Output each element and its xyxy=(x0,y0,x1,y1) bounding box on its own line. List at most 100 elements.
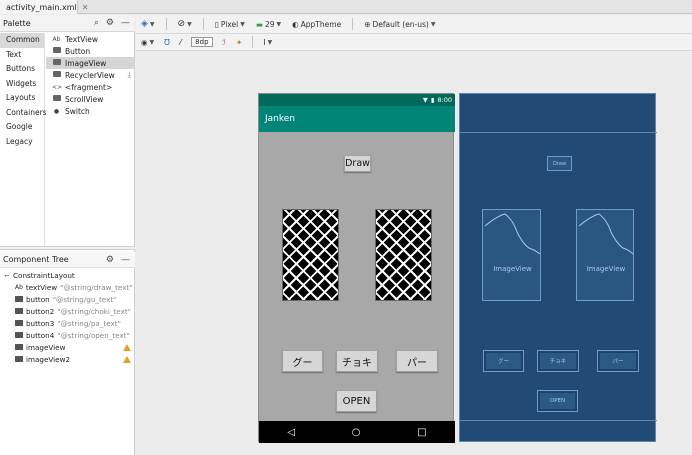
navigation-bar: ◁ ○ □ xyxy=(259,421,455,443)
tree-node-string: "@string/choki_text" xyxy=(57,306,131,316)
category-common[interactable]: Common xyxy=(0,33,44,48)
palette-title: Palette xyxy=(3,18,31,28)
blueprint-draw-text[interactable]: Draw xyxy=(547,156,572,171)
home-icon[interactable]: ○ xyxy=(352,427,361,438)
design-preview[interactable]: ▼ ▮ 8:00 Janken Draw グー チョキ パー OPEN ◁ ○ … xyxy=(258,93,455,443)
image-placeholder-icon xyxy=(484,213,541,255)
open-button[interactable]: OPEN xyxy=(336,390,377,412)
blueprint-choki-button[interactable]: チョキ xyxy=(537,350,579,372)
file-tab-label: activity_main.xml xyxy=(6,2,77,12)
layers-menu[interactable]: ◈ ▼ xyxy=(141,19,155,29)
warning-icon[interactable] xyxy=(123,343,131,351)
tree-node-imageview2[interactable]: imageView2 xyxy=(0,353,135,365)
button-widget-icon xyxy=(15,308,23,314)
category-containers[interactable]: Containers xyxy=(0,106,47,121)
tree-node-button2[interactable]: button2 "@string/choki_text" xyxy=(0,305,135,317)
widget-imageview[interactable]: ImageView xyxy=(46,57,135,69)
widget-label: RecyclerView xyxy=(65,70,115,80)
tree-node-label: button2 xyxy=(26,306,55,316)
locale-label: Default (en-us) xyxy=(372,19,429,29)
category-text[interactable]: Text xyxy=(0,48,44,63)
gear-icon[interactable]: ⚙ xyxy=(106,255,114,265)
tree-node-root[interactable]: ⌐ ConstraintLayout xyxy=(0,269,135,281)
divider xyxy=(202,18,204,30)
gear-icon[interactable]: ⚙ xyxy=(106,18,114,28)
close-icon[interactable]: ✕ xyxy=(82,3,89,12)
blueprint-image-view-left[interactable]: ImageView xyxy=(482,209,541,301)
file-tab[interactable]: activity_main.xml ✕ xyxy=(0,0,88,14)
view-options-menu[interactable]: ◉ ▼ xyxy=(141,38,154,47)
device-menu[interactable]: ▯ Pixel ▼ xyxy=(215,20,245,29)
draw-text[interactable]: Draw xyxy=(344,155,371,172)
tree-node-string: "@string/gu_text" xyxy=(52,294,117,304)
download-icon[interactable]: ⤓ xyxy=(128,70,135,80)
image-widget-icon xyxy=(15,356,23,362)
tree-node-textview[interactable]: Ab textView "@string/draw_text" xyxy=(0,281,135,293)
guidelines-menu[interactable]: I ▼ xyxy=(263,38,272,47)
clear-constraints-icon[interactable]: ⁄ xyxy=(180,38,181,47)
component-tree-title: Component Tree xyxy=(3,255,69,264)
pa-button[interactable]: パー xyxy=(396,350,438,372)
widget-scrollview[interactable]: ScrollView xyxy=(46,93,135,105)
divider xyxy=(165,18,167,30)
minimize-icon[interactable]: — xyxy=(121,18,130,28)
blueprint-open-button[interactable]: OPEN xyxy=(537,390,578,412)
default-margin-field[interactable]: 8dp xyxy=(191,37,213,47)
blueprint-image-view-right[interactable]: ImageView xyxy=(576,209,634,301)
category-widgets[interactable]: Widgets xyxy=(0,77,44,92)
category-legacy[interactable]: Legacy xyxy=(0,135,44,150)
image-view-left[interactable] xyxy=(282,209,339,301)
blueprint-pa-button[interactable]: パー xyxy=(597,350,639,372)
tree-node-button[interactable]: button "@string/gu_text" xyxy=(0,293,135,305)
warning-icon[interactable] xyxy=(123,355,131,363)
button-widget-icon xyxy=(15,332,23,338)
widget-textview[interactable]: Ab TextView xyxy=(46,33,135,45)
component-tree: ⌐ ConstraintLayout Ab textView "@string/… xyxy=(0,269,135,365)
choki-button[interactable]: チョキ xyxy=(336,350,378,372)
infer-constraints-icon[interactable]: ✦ xyxy=(236,38,242,47)
layers-icon: ◈ xyxy=(141,19,148,29)
blueprint-gu-button[interactable]: グー xyxy=(483,350,524,372)
search-icon[interactable]: ⌕ xyxy=(94,18,99,28)
design-toolbar: ◈ ▼ ⊘ ▼ ▯ Pixel ▼ ▬ 29 ▼ ◐ AppTheme ⊕ Defaul… xyxy=(136,15,692,34)
minimize-icon[interactable]: — xyxy=(121,255,130,265)
widget-switch[interactable]: ● Switch xyxy=(46,105,135,117)
blueprint-preview[interactable]: Draw ImageView ImageView グー チョキ パー OPEN xyxy=(459,93,657,442)
widget-recyclerview[interactable]: RecyclerView ⤓ xyxy=(46,69,135,81)
button-widget-icon xyxy=(15,320,23,326)
api-label: 29 xyxy=(264,19,275,29)
recents-icon[interactable]: □ xyxy=(417,427,426,438)
locale-menu[interactable]: ⊕ Default (en-us) ▼ xyxy=(364,20,435,29)
switch-widget-icon: ● xyxy=(53,107,60,115)
category-google[interactable]: Google xyxy=(0,120,44,135)
widget-fragment[interactable]: <> <fragment> xyxy=(46,81,135,93)
palette-categories: Common Text Buttons Widgets Layouts Cont… xyxy=(0,33,47,248)
tree-node-imageview[interactable]: imageView xyxy=(0,341,135,353)
magnet-icon[interactable]: Ʊ xyxy=(164,38,170,47)
theme-menu[interactable]: ◐ AppTheme xyxy=(292,20,341,29)
tree-node-button4[interactable]: button4 "@string/open_text" xyxy=(0,329,135,341)
status-bar: ▼ ▮ 8:00 xyxy=(259,94,455,106)
image-view-right[interactable] xyxy=(375,209,432,301)
tree-node-string: "@string/open_text" xyxy=(57,330,130,340)
appbar-outline xyxy=(460,132,657,133)
tree-node-label: button xyxy=(26,294,50,304)
tree-node-button3[interactable]: button3 "@string/pa_text" xyxy=(0,317,135,329)
palette-widget-list: Ab TextView Button ImageView RecyclerVie… xyxy=(46,33,135,117)
orientation-menu[interactable]: ⊘ ▼ xyxy=(178,19,192,29)
editor-tab-bar: activity_main.xml ✕ xyxy=(0,0,692,14)
api-menu[interactable]: ▬ 29 ▼ xyxy=(256,20,281,29)
gu-button[interactable]: グー xyxy=(282,350,323,372)
widget-label: Button xyxy=(65,46,91,56)
divider xyxy=(352,18,354,30)
image-widget-icon xyxy=(15,344,23,350)
panel-splitter[interactable] xyxy=(0,246,135,250)
globe-icon: ⊕ xyxy=(364,19,371,29)
fragment-widget-icon: <> xyxy=(52,83,63,91)
category-layouts[interactable]: Layouts xyxy=(0,91,44,106)
back-icon[interactable]: ◁ xyxy=(287,427,295,438)
category-buttons[interactable]: Buttons xyxy=(0,62,44,77)
scroll-widget-icon xyxy=(52,95,61,103)
clear-all-constraints-icon[interactable]: ℐ xyxy=(223,38,227,47)
widget-button[interactable]: Button xyxy=(46,45,135,57)
